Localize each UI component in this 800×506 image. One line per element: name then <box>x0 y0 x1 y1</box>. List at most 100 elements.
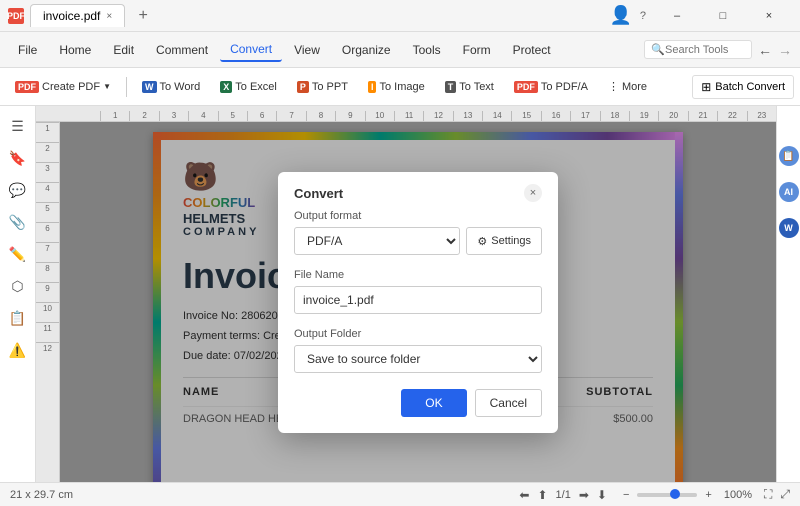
ruler-mark: 6 <box>247 111 276 121</box>
menu-file[interactable]: File <box>8 39 47 61</box>
ruler-mark: 11 <box>394 111 423 121</box>
zoom-in-button[interactable]: + <box>705 489 711 501</box>
file-name-input[interactable] <box>294 286 542 314</box>
menu-organize[interactable]: Organize <box>332 39 401 61</box>
right-tool-word[interactable]: W <box>779 218 799 238</box>
sidebar-attachments-button[interactable]: 📎 <box>4 208 32 236</box>
to-image-button[interactable]: I To Image <box>359 76 434 98</box>
menu-form[interactable]: Form <box>453 39 501 61</box>
ruler-mark: 16 <box>541 111 570 121</box>
to-pdfa-button[interactable]: PDF To PDF/A <box>505 76 597 98</box>
fullscreen-button[interactable]: ⤢ <box>780 487 790 502</box>
ruler-mark: 13 <box>453 111 482 121</box>
menu-home[interactable]: Home <box>49 39 101 61</box>
toolbar: PDF Create PDF ▼ W To Word X To Excel P … <box>0 68 800 106</box>
horizontal-ruler: 1 2 3 4 5 6 7 8 9 10 11 12 13 14 15 16 1… <box>36 106 776 122</box>
sidebar-bookmarks-button[interactable]: 🔖 <box>4 144 32 172</box>
create-pdf-button[interactable]: PDF Create PDF ▼ <box>6 76 120 98</box>
ruler-mark: 9 <box>335 111 364 121</box>
zoom-out-button[interactable]: − <box>623 489 629 501</box>
settings-button[interactable]: ⚙ Settings <box>466 227 542 255</box>
menu-convert[interactable]: Convert <box>220 38 282 62</box>
search-tools-box[interactable]: 🔍 <box>644 40 752 59</box>
profile-icon[interactable]: 👤 <box>609 5 631 26</box>
page-end-button[interactable]: ⬇ <box>597 488 607 502</box>
to-image-label: To Image <box>379 81 424 93</box>
zoom-slider[interactable] <box>637 493 697 497</box>
menu-edit[interactable]: Edit <box>103 39 144 61</box>
menu-comment[interactable]: Comment <box>146 39 218 61</box>
v-ruler-mark: 10 <box>36 302 59 322</box>
menu-tools[interactable]: Tools <box>403 39 451 61</box>
to-ppt-button[interactable]: P To PPT <box>288 76 357 98</box>
right-sidebar: 📋 AI W <box>776 106 800 482</box>
ruler-mark: 8 <box>306 111 335 121</box>
excel-icon: X <box>220 81 232 93</box>
right-tool-clipboard[interactable]: 📋 <box>779 146 799 166</box>
to-text-button[interactable]: T To Text <box>436 76 503 98</box>
help-icon[interactable]: ? <box>640 10 646 22</box>
file-name-group: File Name <box>294 269 542 314</box>
create-pdf-dropdown-icon: ▼ <box>103 82 111 91</box>
more-button[interactable]: ⋮ More <box>599 75 656 98</box>
menu-protect[interactable]: Protect <box>503 39 561 61</box>
forward-button[interactable]: → <box>778 42 792 58</box>
to-word-button[interactable]: W To Word <box>133 76 209 98</box>
output-folder-select[interactable]: Save to source folderChoose folder... <box>294 345 542 373</box>
text-icon: T <box>445 81 457 93</box>
to-text-label: To Text <box>459 81 494 93</box>
ok-button[interactable]: OK <box>401 389 466 417</box>
right-tool-ai[interactable]: AI <box>779 182 799 202</box>
zoom-thumb <box>670 489 680 499</box>
back-button[interactable]: ← <box>758 42 772 58</box>
search-icon: 🔍 <box>651 43 665 56</box>
output-format-select[interactable]: PDF/APDFPDF/X <box>294 227 460 255</box>
sidebar-comments-button[interactable]: 💬 <box>4 176 32 204</box>
status-bar: 21 x 29.7 cm ⬅ ⬆ 1/1 ➡ ⬇ − + 100% ⛶ ⤢ <box>0 482 800 506</box>
page-select-button[interactable]: ⬆ <box>537 488 547 502</box>
create-pdf-label: Create PDF <box>42 81 100 93</box>
sidebar-shapes-button[interactable]: ⬡ <box>4 272 32 300</box>
minimize-button[interactable]: – <box>654 0 700 32</box>
word-icon: W <box>142 81 157 93</box>
ruler-mark: 7 <box>276 111 305 121</box>
sidebar-edit-button[interactable]: ✏️ <box>4 240 32 268</box>
pdf-page: 🐻 COLORFUL HELMETS COMPANY Invoice <box>153 132 683 482</box>
sidebar-menu-button[interactable]: ☰ <box>4 112 32 140</box>
sidebar-warning-button[interactable]: ⚠️ <box>4 336 32 364</box>
status-bar-right: ⬅ ⬆ 1/1 ➡ ⬇ − + 100% ⛶ ⤢ <box>519 487 790 502</box>
v-ruler-mark: 8 <box>36 262 59 282</box>
ruler-mark: 23 <box>747 111 776 121</box>
menu-view[interactable]: View <box>284 39 330 61</box>
output-format-label: Output format <box>294 210 542 222</box>
page-prev-button[interactable]: ⬅ <box>519 488 529 502</box>
ruler-mark: 17 <box>570 111 599 121</box>
page-next-button[interactable]: ➡ <box>579 488 589 502</box>
file-name-label: File Name <box>294 269 542 281</box>
close-tab-button[interactable]: × <box>106 11 112 22</box>
settings-label: Settings <box>491 235 531 247</box>
v-ruler-mark: 2 <box>36 142 59 162</box>
batch-convert-button[interactable]: ⊞ Batch Convert <box>692 75 794 99</box>
menu-bar: File Home Edit Comment Convert View Orga… <box>0 32 800 68</box>
close-window-button[interactable]: × <box>746 0 792 32</box>
maximize-button[interactable]: □ <box>700 0 746 32</box>
fit-page-button[interactable]: ⛶ <box>764 487 772 502</box>
title-bar-left: PDF invoice.pdf × + <box>8 4 155 28</box>
v-ruler-mark: 9 <box>36 282 59 302</box>
search-tools-input[interactable] <box>665 44 745 56</box>
title-tab[interactable]: invoice.pdf × <box>30 4 125 27</box>
to-excel-button[interactable]: X To Excel <box>211 76 286 98</box>
ruler-mark: 22 <box>717 111 746 121</box>
new-tab-button[interactable]: + <box>131 4 155 28</box>
dialog-body: Output format PDF/APDFPDF/X ⚙ Settings <box>278 210 558 433</box>
dialog-close-button[interactable]: × <box>524 184 542 202</box>
batch-icon: ⊞ <box>701 80 711 94</box>
sidebar-layers-button[interactable]: 📋 <box>4 304 32 332</box>
ruler-mark: 10 <box>365 111 394 121</box>
cancel-button[interactable]: Cancel <box>475 389 542 417</box>
output-format-row: PDF/APDFPDF/X ⚙ Settings <box>294 227 542 255</box>
ruler-mark: 3 <box>159 111 188 121</box>
v-ruler-mark: 4 <box>36 182 59 202</box>
more-icon: ⋮ <box>608 80 619 93</box>
